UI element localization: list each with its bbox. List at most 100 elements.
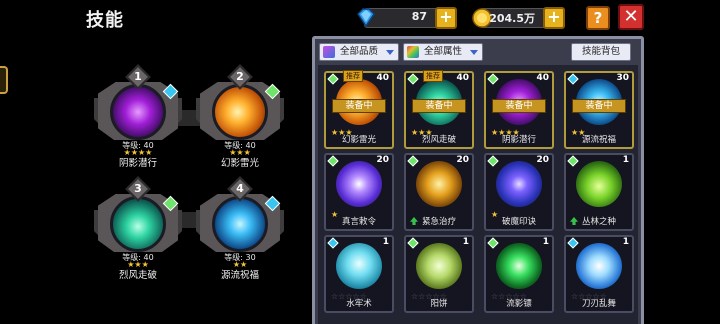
skill-name: 真言敕令 [341,217,376,227]
equipped-label: 装备中 [412,99,466,113]
skill-name: 丛林之种 [581,217,616,227]
left-side-tab-handle[interactable] [0,66,8,94]
skill-name: 烈风走破 [421,135,456,145]
skill-level: 40 [456,73,469,83]
skill-orb-icon [336,161,382,207]
equipped-slot-3[interactable]: 3 等级: 40 ★★★ 烈风走破 [94,176,182,281]
skill-orb-icon [496,161,542,207]
skill-level: 30 [616,73,629,83]
element-diamond-icon [567,73,579,85]
equipped-label: 装备中 [492,99,546,113]
recommended-badge: 推荐 [423,70,443,82]
gem-icon [357,8,375,28]
equipped-slot-2[interactable]: 2 等级: 40 ★★★ 幻影雷光 [196,64,284,169]
skill-level: 40 [536,73,549,83]
element-diamond-icon [487,237,499,249]
skill-name: 阴影潜行 [501,135,536,145]
skill-orb-icon [496,243,542,289]
skill-name: 水牢术 [346,299,372,309]
skill-bag-button[interactable]: 技能背包 [571,43,631,61]
attribute-filter-dropdown[interactable]: 全部属性 [403,43,483,61]
skill-card[interactable]: 20 ★ 破魔印诀 [484,153,554,231]
skill-name: 源流祝福 [581,135,616,145]
equipped-slot-1[interactable]: 1 等级: 40 ★★★★ 阴影潜行 [94,64,182,169]
attribute-filter-icon [407,46,419,58]
skill-card[interactable]: 40 推荐 装备中 ★★★ 烈风走破 [404,70,474,149]
skill-name: 紧急治疗 [421,217,456,227]
skill-orb-icon [212,84,268,140]
attribute-filter-label: 全部属性 [424,46,463,57]
skill-inventory-panel: 全部品质 全部属性 技能背包 40 推荐 装备中 ★★★ 幻影雷光 40 推荐 … [312,36,644,324]
skill-name: 流影镖 [506,299,532,309]
chevron-down-icon [470,50,478,55]
page-title: 技能 [86,10,124,31]
gem-count: 87 [411,10,427,23]
quality-filter-dropdown[interactable]: 全部品质 [319,43,399,61]
skill-name: 破魔印诀 [501,217,536,227]
skill-level: 20 [456,155,469,165]
chevron-down-icon [386,50,394,55]
skill-orb-icon [416,243,462,289]
skill-orb-icon [416,161,462,207]
slot-number: 4 [236,182,244,195]
element-diamond-icon [567,237,579,249]
element-diamond-icon [327,237,339,249]
skill-grid-area: 40 推荐 装备中 ★★★ 幻影雷光 40 推荐 装备中 ★★★ 烈风走破 40… [318,65,638,324]
equipped-slot-4[interactable]: 4 等级: 30 ★★ 源流祝福 [196,176,284,281]
skill-card[interactable]: 40 装备中 ★★★★ 阴影潜行 [484,71,554,149]
skill-card[interactable]: 20 紧急治疗 [404,153,474,231]
skill-level: 1 [542,237,549,247]
skill-name: 幻影雷光 [341,135,376,145]
slot-number: 1 [134,70,142,83]
skill-card[interactable]: 40 推荐 装备中 ★★★ 幻影雷光 [324,70,394,149]
gem-counter: 87 + [357,7,457,29]
equipped-label: 装备中 [332,99,386,113]
skill-card[interactable]: 20 ★ 真言敕令 [324,153,394,231]
add-gold-button[interactable]: + [543,7,565,29]
skill-orb-icon [336,243,382,289]
element-diamond-icon [487,73,499,85]
skill-orb-icon [576,161,622,207]
skill-name: 烈风走破 [118,270,157,281]
skill-orb-icon [110,84,166,140]
skill-orb-icon [212,196,268,252]
equipped-label: 装备中 [572,99,626,113]
slot-number: 2 [236,70,244,83]
element-diamond-icon [407,73,419,85]
skill-card[interactable]: 1 ☆☆☆☆☆ 水牢术 [324,235,394,313]
skill-level: 20 [376,155,389,165]
skill-name: 阴影潜行 [118,158,157,169]
skill-level: 1 [462,237,469,247]
add-gems-button[interactable]: + [435,7,457,29]
element-diamond-icon [407,237,419,249]
skill-name: 刀刃乱舞 [581,299,616,309]
slot-number: 3 [134,182,142,195]
skill-card[interactable]: 1 ☆☆☆☆☆ 刀刃乱舞 [564,235,634,313]
skill-level: 1 [622,237,629,247]
quality-filter-label: 全部品质 [340,46,379,57]
skill-orb-icon [576,243,622,289]
skill-name: 幻影雷光 [220,158,259,169]
skill-level: 1 [382,237,389,247]
skill-card[interactable]: 1 ☆☆☆☆☆ 阳饼 [404,235,474,313]
quality-filter-icon [323,46,335,58]
element-diamond-icon [327,73,339,85]
gold-count: 204.5万 [489,12,535,25]
skill-level: 1 [622,155,629,165]
element-diamond-icon [327,155,339,167]
skill-orb-icon [110,196,166,252]
skill-level: 40 [376,73,389,83]
element-diamond-icon [487,155,499,167]
skill-name: 阳饼 [430,299,448,309]
recommended-badge: 推荐 [343,70,363,82]
skill-card[interactable]: 1 ☆☆☆☆☆ 流影镖 [484,235,554,313]
skill-card[interactable]: 1 丛林之种 [564,153,634,231]
skill-level: 20 [536,155,549,165]
element-diamond-icon [567,155,579,167]
gold-counter: 204.5万 + [472,7,565,29]
close-button[interactable]: ✕ [618,4,644,30]
skill-name: 源流祝福 [220,270,259,281]
help-button[interactable]: ? [586,6,610,30]
skill-card[interactable]: 30 装备中 ★★ 源流祝福 [564,71,634,149]
element-diamond-icon [407,155,419,167]
